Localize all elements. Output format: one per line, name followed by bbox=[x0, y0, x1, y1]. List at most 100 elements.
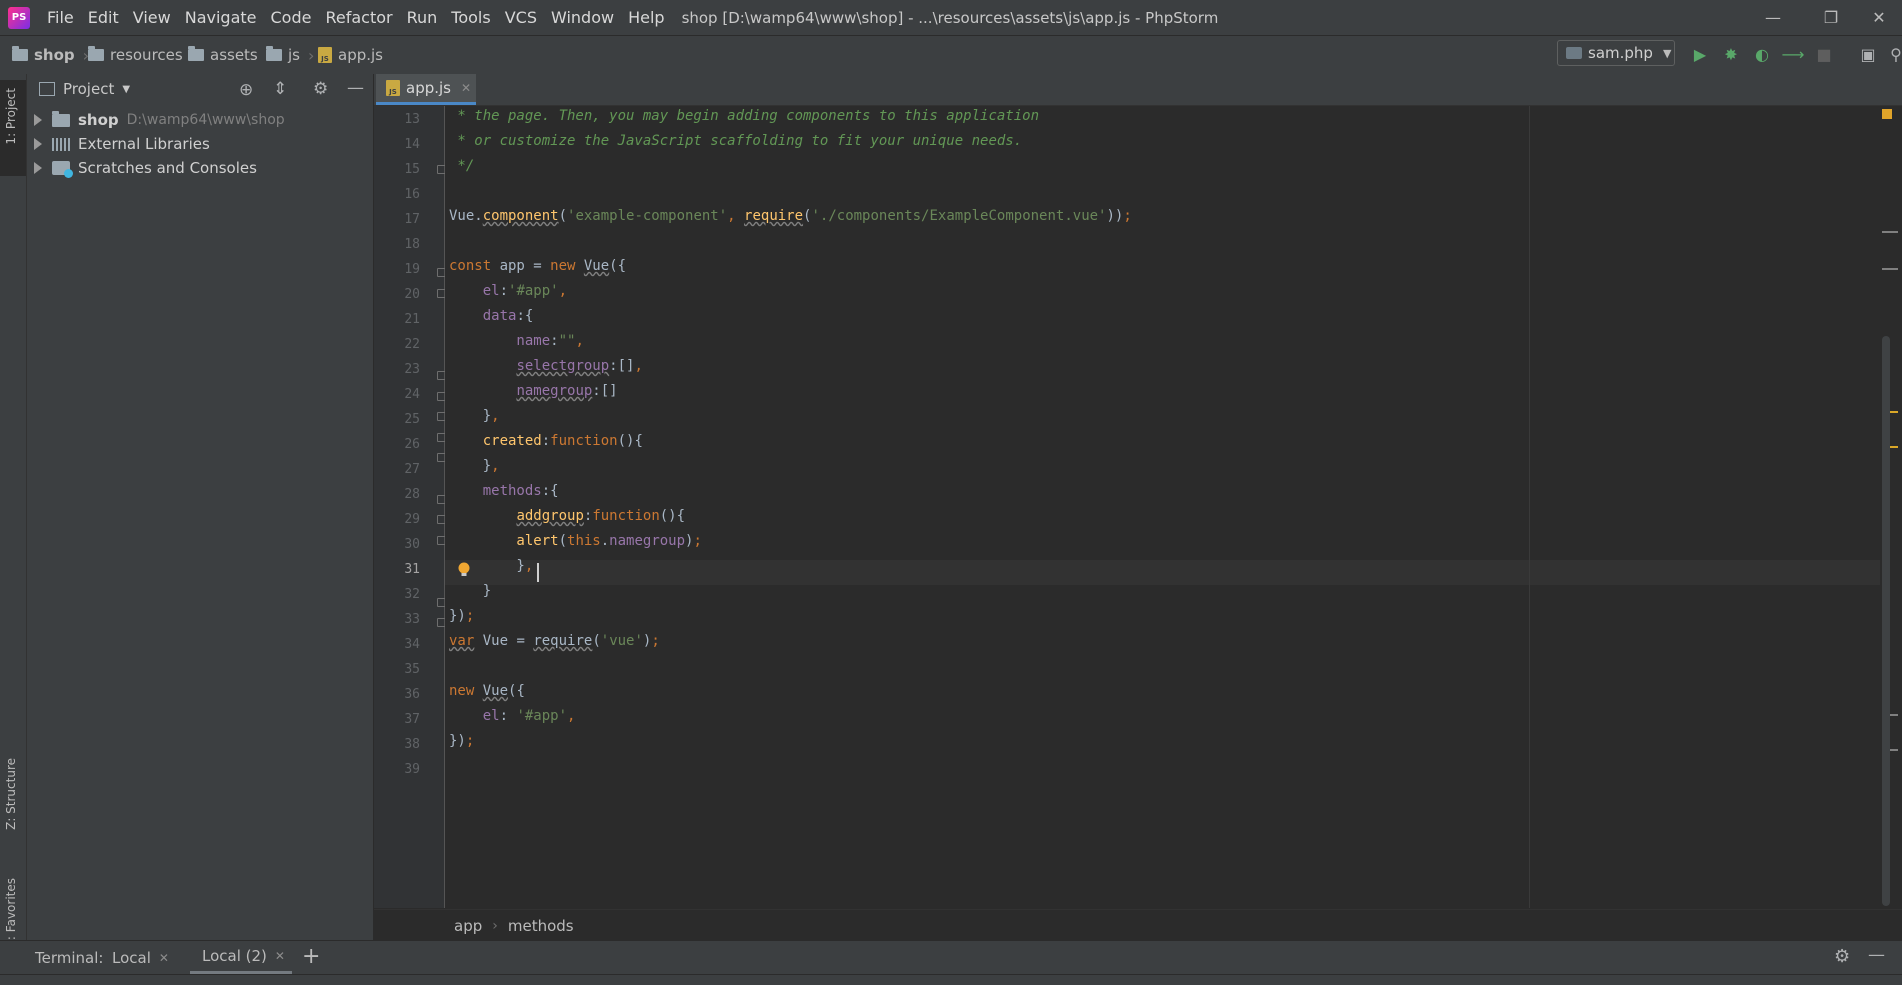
chevron-down-icon[interactable]: ▼ bbox=[122, 84, 130, 95]
expand-arrow-icon[interactable] bbox=[34, 114, 42, 126]
folder-icon bbox=[52, 110, 70, 127]
search-icon[interactable]: ⚲ bbox=[1886, 44, 1902, 64]
locate-icon[interactable]: ⊕ bbox=[239, 80, 253, 100]
menu-window[interactable]: Window bbox=[544, 0, 621, 35]
chevron-down-icon: ▼ bbox=[1662, 46, 1672, 60]
close-tab-icon[interactable]: ✕ bbox=[461, 81, 471, 95]
terminal-tab-local-2[interactable]: Local (2) ✕ bbox=[190, 941, 292, 975]
editor-tabs: JS app.js ✕ bbox=[374, 74, 1902, 106]
stop-icon[interactable]: ■ bbox=[1814, 44, 1834, 64]
line-number: 31 bbox=[404, 562, 420, 577]
structure-stripe-tab[interactable]: Z: Structure bbox=[2, 754, 20, 834]
terminal-label: Terminal: bbox=[35, 949, 104, 967]
project-view-icon bbox=[39, 82, 55, 96]
restore-icon[interactable]: ❐ bbox=[1808, 0, 1854, 35]
line-number: 36 bbox=[404, 687, 420, 702]
breadcrumb-label: assets bbox=[210, 46, 258, 64]
warning-mark[interactable] bbox=[1882, 268, 1898, 270]
breadcrumb-appjs[interactable]: JS app.js bbox=[318, 45, 383, 65]
folder-icon bbox=[88, 46, 104, 61]
breadcrumb-label: app.js bbox=[338, 46, 383, 64]
menu-vcs[interactable]: VCS bbox=[498, 0, 544, 35]
project-panel-header: Project ▼ ⊕ ⇕ ⚙ — bbox=[27, 74, 373, 104]
tree-item-scratches[interactable]: Scratches and Consoles bbox=[27, 156, 373, 180]
code-line-14: * or customize the JavaScript scaffoldin… bbox=[449, 133, 1023, 149]
close-icon[interactable]: ✕ bbox=[1856, 0, 1902, 35]
menu-navigate[interactable]: Navigate bbox=[178, 0, 264, 35]
line-number: 25 bbox=[404, 412, 420, 427]
chevron-right-icon: › bbox=[307, 45, 315, 65]
breadcrumb-shop[interactable]: shop › bbox=[12, 45, 89, 65]
code-line-32: } bbox=[449, 583, 492, 599]
line-number: 28 bbox=[404, 487, 420, 502]
line-number: 29 bbox=[404, 512, 420, 527]
expand-arrow-icon[interactable] bbox=[34, 138, 42, 150]
code-line-27: }, bbox=[449, 458, 500, 474]
run-configuration-select[interactable]: sam.php ▼ bbox=[1557, 40, 1675, 66]
gear-icon[interactable]: ⚙ bbox=[1834, 946, 1850, 967]
menu-help[interactable]: Help bbox=[621, 0, 671, 35]
menu-code[interactable]: Code bbox=[264, 0, 319, 35]
terminal-tool-window-bar: Terminal: Local ✕ Local (2) ✕ + ⚙ — bbox=[0, 940, 1902, 975]
terminal-tab-local[interactable]: Local ✕ bbox=[112, 941, 169, 975]
scratches-icon bbox=[52, 161, 73, 178]
coverage-icon[interactable]: ◐ bbox=[1752, 44, 1772, 64]
breadcrumb-assets[interactable]: assets › bbox=[188, 45, 272, 65]
tree-item-label: Scratches and Consoles bbox=[78, 159, 257, 177]
collapse-all-icon[interactable]: ⇕ bbox=[273, 79, 287, 99]
warning-indicator-icon[interactable] bbox=[1882, 109, 1892, 119]
line-number: 37 bbox=[404, 712, 420, 727]
project-stripe-tab[interactable]: 1: Project bbox=[0, 80, 26, 176]
line-number: 39 bbox=[404, 762, 420, 777]
tree-item-external-libraries[interactable]: External Libraries bbox=[27, 132, 373, 156]
menu-tools[interactable]: Tools bbox=[444, 0, 497, 35]
profile-icon[interactable]: ⟶ bbox=[1782, 44, 1805, 64]
vertical-scrollbar[interactable] bbox=[1882, 336, 1890, 906]
code-line-19: const app = new Vue({ bbox=[449, 258, 627, 274]
tab-appjs[interactable]: JS app.js ✕ bbox=[376, 74, 476, 105]
line-number: 15 bbox=[404, 162, 420, 177]
lightbulb-icon[interactable] bbox=[457, 562, 471, 578]
gear-icon[interactable]: ⚙ bbox=[313, 79, 328, 99]
terminal-tab-label: Local (2) bbox=[202, 947, 267, 965]
menu-refactor[interactable]: Refactor bbox=[318, 0, 399, 35]
hide-panel-icon[interactable]: — bbox=[347, 78, 364, 98]
close-tab-icon[interactable]: ✕ bbox=[159, 951, 169, 965]
line-number: 33 bbox=[404, 612, 420, 627]
terminal-window-icon[interactable]: ▣ bbox=[1858, 44, 1878, 64]
close-tab-icon[interactable]: ✕ bbox=[275, 949, 285, 963]
line-number: 21 bbox=[404, 312, 420, 327]
debug-icon[interactable]: ✸ bbox=[1721, 44, 1741, 64]
menu-view[interactable]: View bbox=[126, 0, 178, 35]
code-content[interactable]: * the page. Then, you may begin adding c… bbox=[445, 106, 1525, 786]
left-tool-stripe: 1: Project Z: Structure 2: Favorites ★ bbox=[0, 74, 27, 984]
line-number: 13 bbox=[404, 112, 420, 127]
line-number: 26 bbox=[404, 437, 420, 452]
menu-run[interactable]: Run bbox=[400, 0, 445, 35]
breadcrumb-js[interactable]: js › bbox=[266, 45, 314, 65]
code-breadcrumb-methods[interactable]: methods bbox=[508, 917, 574, 935]
project-panel-title[interactable]: Project bbox=[63, 80, 114, 98]
breadcrumb-label: shop bbox=[34, 46, 75, 64]
run-icon[interactable]: ▶ bbox=[1690, 44, 1710, 64]
line-number: 18 bbox=[404, 237, 420, 252]
tree-item-shop[interactable]: shop D:\wamp64\www\shop bbox=[27, 108, 373, 132]
menu-file[interactable]: File bbox=[40, 0, 81, 35]
chevron-right-icon: › bbox=[492, 917, 498, 934]
breadcrumb-resources[interactable]: resources › bbox=[88, 45, 197, 65]
add-terminal-icon[interactable]: + bbox=[302, 944, 320, 969]
run-configuration-label: sam.php bbox=[1588, 44, 1653, 62]
tree-item-label: External Libraries bbox=[78, 135, 210, 153]
expand-arrow-icon[interactable] bbox=[34, 162, 42, 174]
menu-edit[interactable]: Edit bbox=[81, 0, 126, 35]
hide-panel-icon[interactable]: — bbox=[1868, 945, 1885, 965]
tab-label: app.js bbox=[406, 79, 451, 97]
minimize-icon[interactable]: — bbox=[1750, 0, 1796, 35]
status-bar bbox=[0, 974, 1902, 985]
code-line-15: */ bbox=[449, 158, 475, 174]
code-breadcrumb-app[interactable]: app bbox=[454, 917, 482, 935]
folder-icon bbox=[12, 46, 28, 61]
warning-mark[interactable] bbox=[1882, 231, 1898, 233]
right-margin-guide bbox=[1529, 106, 1530, 908]
line-number: 38 bbox=[404, 737, 420, 752]
